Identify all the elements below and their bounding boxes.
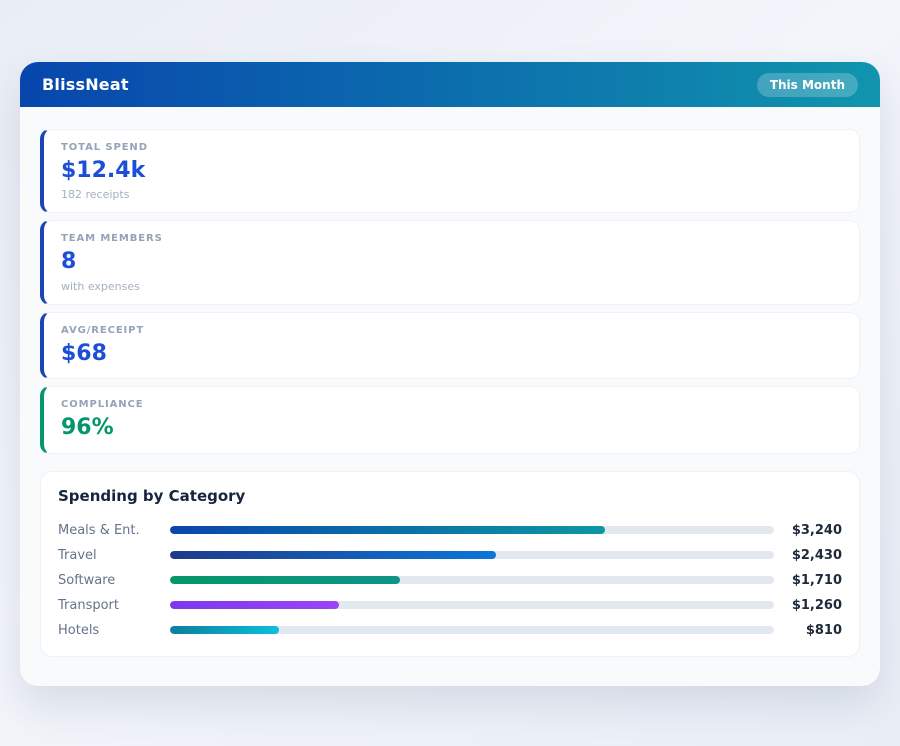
app-header: BlissNeat This Month <box>20 62 880 107</box>
category-value: $810 <box>782 623 842 638</box>
chart-row-software: Software $1,710 <box>58 568 842 593</box>
stat-value: $12.4k <box>61 158 842 184</box>
chart-row-transport: Transport $1,260 <box>58 593 842 618</box>
stat-label: TOTAL SPEND <box>61 142 842 153</box>
stat-card-compliance: COMPLIANCE 96% <box>40 386 860 453</box>
bar-track <box>170 576 774 584</box>
stat-label: AVG/RECEIPT <box>61 325 842 336</box>
category-value: $1,260 <box>782 598 842 613</box>
period-badge[interactable]: This Month <box>757 73 858 97</box>
stat-card-avg-receipt: AVG/RECEIPT $68 <box>40 312 860 379</box>
bar-fill <box>170 626 279 634</box>
app-title: BlissNeat <box>42 75 129 94</box>
dashboard-content: TOTAL SPEND $12.4k 182 receipts TEAM MEM… <box>20 107 880 675</box>
stat-label: COMPLIANCE <box>61 399 842 410</box>
chart-row-meals: Meals & Ent. $3,240 <box>58 518 842 543</box>
dashboard-card: BlissNeat This Month TOTAL SPEND $12.4k … <box>20 62 880 686</box>
category-label: Transport <box>58 598 170 613</box>
stat-label: TEAM MEMBERS <box>61 233 842 244</box>
stat-value: 96% <box>61 415 842 441</box>
bar-track <box>170 601 774 609</box>
category-value: $3,240 <box>782 523 842 538</box>
category-label: Meals & Ent. <box>58 523 170 538</box>
bar-track <box>170 551 774 559</box>
bar-fill <box>170 576 400 584</box>
category-value: $1,710 <box>782 573 842 588</box>
category-value: $2,430 <box>782 548 842 563</box>
chart-title: Spending by Category <box>58 487 842 505</box>
stat-subtext: 182 receipts <box>61 188 842 201</box>
spending-by-category-chart: Spending by Category Meals & Ent. $3,240… <box>40 471 860 657</box>
chart-row-hotels: Hotels $810 <box>58 618 842 643</box>
bar-track <box>170 626 774 634</box>
bar-fill <box>170 601 339 609</box>
category-label: Hotels <box>58 623 170 638</box>
stat-value: 8 <box>61 249 842 275</box>
stat-subtext: with expenses <box>61 280 842 293</box>
bar-fill <box>170 526 605 534</box>
stat-value: $68 <box>61 341 842 367</box>
category-label: Software <box>58 573 170 588</box>
stat-card-team-members: TEAM MEMBERS 8 with expenses <box>40 220 860 304</box>
category-label: Travel <box>58 548 170 563</box>
stat-card-total-spend: TOTAL SPEND $12.4k 182 receipts <box>40 129 860 213</box>
chart-row-travel: Travel $2,430 <box>58 543 842 568</box>
bar-track <box>170 526 774 534</box>
bar-fill <box>170 551 496 559</box>
